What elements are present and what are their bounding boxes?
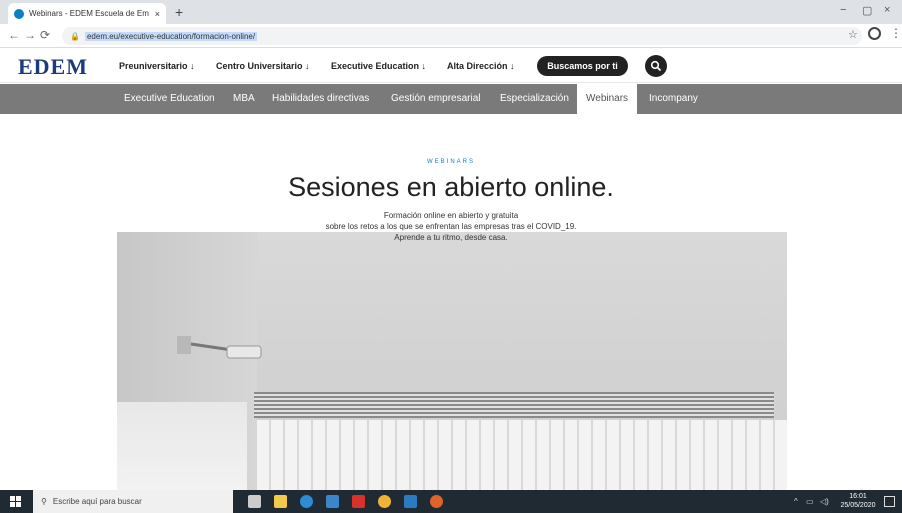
maximize-button[interactable]: ▢ xyxy=(862,4,872,17)
windows-start-icon[interactable] xyxy=(10,496,21,507)
reload-icon[interactable]: ⟳ xyxy=(40,28,50,42)
minimize-button[interactable]: − xyxy=(840,4,846,16)
subnav-especializacion[interactable]: Especialización xyxy=(500,84,569,114)
url-text: edem.eu/executive-education/formacion-on… xyxy=(84,31,258,41)
window-close-button[interactable]: × xyxy=(884,4,890,16)
chrome-icon[interactable] xyxy=(378,495,391,508)
tab-title: Webinars - EDEM Escuela de Em xyxy=(29,9,149,18)
nav-alta-direccion[interactable]: Alta Dirección ↓ xyxy=(447,61,515,71)
menu-kebab-icon[interactable]: ⋮ xyxy=(890,26,902,40)
hero-line-2: sobre los retos a los que se enfrentan l… xyxy=(325,222,577,231)
tray-chevron-icon[interactable]: ^ xyxy=(794,497,798,506)
tab-close-button[interactable]: × xyxy=(155,9,160,19)
notifications-icon[interactable] xyxy=(884,496,895,507)
back-arrow-icon[interactable]: ← xyxy=(8,28,20,42)
subnav-executive-education[interactable]: Executive Education xyxy=(124,84,215,114)
hero-line-3: Aprende a tu ritmo, desde casa. xyxy=(394,233,508,242)
windows-taskbar: ⚲ Escribe aquí para buscar ^ ▭ ◁) 16:01 … xyxy=(0,490,902,513)
subnav-webinars[interactable]: Webinars xyxy=(577,84,638,114)
lock-icon: 🔒 xyxy=(70,31,80,41)
site-search-button[interactable] xyxy=(645,55,667,77)
profile-avatar-icon[interactable] xyxy=(868,27,881,40)
search-icon: ⚲ xyxy=(41,497,47,506)
hero-line-1: Formación online en abierto y gratuita xyxy=(383,211,519,220)
photo-windows xyxy=(257,420,787,490)
search-icon xyxy=(650,60,662,72)
outlook-icon[interactable] xyxy=(404,495,417,508)
subnav-habilidades-directivas[interactable]: Habilidades directivas xyxy=(272,84,369,114)
network-icon[interactable]: ▭ xyxy=(806,497,814,506)
file-explorer-icon[interactable] xyxy=(274,495,287,508)
site-header: EDEM Preuniversitario ↓ Centro Universit… xyxy=(0,50,902,83)
volume-icon[interactable]: ◁) xyxy=(820,497,829,506)
photo-left-window xyxy=(117,402,247,490)
nav-centro-universitario[interactable]: Centro Universitario ↓ xyxy=(216,61,310,71)
hero-photo xyxy=(117,232,787,490)
page-title: Sesiones en abierto online. xyxy=(288,172,614,202)
edge-icon[interactable] xyxy=(300,495,313,508)
edem-logo[interactable]: EDEM xyxy=(18,54,88,80)
taskbar-search-placeholder: Escribe aquí para buscar xyxy=(52,497,142,506)
ceiling-vent xyxy=(254,392,774,418)
subnav-incompany[interactable]: Incompany xyxy=(649,84,698,114)
taskbar-clock[interactable]: 16:01 25/05/2020 xyxy=(838,492,878,510)
address-bar-row: ← → ⟳ 🔒 edem.eu/executive-education/form… xyxy=(0,24,902,48)
projector-icon xyxy=(177,336,262,359)
browser-tab-bar: Webinars - EDEM Escuela de Em × + − ▢ × xyxy=(0,0,902,24)
app-icon[interactable] xyxy=(430,495,443,508)
browser-tab[interactable]: Webinars - EDEM Escuela de Em × xyxy=(8,3,166,24)
task-view-icon[interactable] xyxy=(248,495,261,508)
clock-time: 16:01 xyxy=(849,493,867,500)
acrobat-icon[interactable] xyxy=(352,495,365,508)
sub-navigation: Executive Education MBA Habilidades dire… xyxy=(0,84,902,114)
url-input[interactable]: 🔒 edem.eu/executive-education/formacion-… xyxy=(62,27,862,45)
subnav-gestion-empresarial[interactable]: Gestión empresarial xyxy=(391,84,480,114)
nav-preuniversitario[interactable]: Preuniversitario ↓ xyxy=(119,61,195,71)
buscamos-por-ti-button[interactable]: Buscamos por ti xyxy=(537,56,628,76)
bookmark-star-icon[interactable]: ☆ xyxy=(848,28,858,41)
favicon-icon xyxy=(14,8,24,19)
subnav-mba[interactable]: MBA xyxy=(233,84,255,114)
taskbar-search-input[interactable]: ⚲ Escribe aquí para buscar xyxy=(33,490,233,513)
new-tab-button[interactable]: + xyxy=(175,4,183,20)
nav-executive-education[interactable]: Executive Education ↓ xyxy=(331,61,426,71)
clock-date: 25/05/2020 xyxy=(840,502,876,509)
forward-arrow-icon[interactable]: → xyxy=(24,28,36,42)
hero-eyebrow: WEBINARS xyxy=(426,159,475,165)
store-icon[interactable] xyxy=(326,495,339,508)
